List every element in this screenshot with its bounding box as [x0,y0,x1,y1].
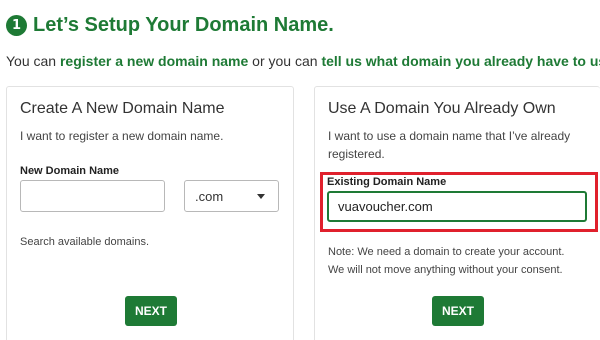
tld-select-value: .com [195,188,224,204]
existing-domain-next-button[interactable]: NEXT [432,296,484,326]
note-line-2: We will not move anything without your c… [328,264,563,276]
existing-domain-input[interactable]: vuavoucher.com [327,191,587,222]
step-heading: 1 Let’s Setup Your Domain Name. [6,14,334,37]
note-line-1: Note: We need a domain to create your ac… [328,246,565,258]
page-subtitle: You can register a new domain name or yo… [6,53,600,69]
use-existing-domain-link[interactable]: tell us what domain you already have to … [321,53,600,69]
new-domain-card-title: Create A New Domain Name [20,100,225,117]
new-domain-card: Create A New Domain Name I want to regis… [6,86,294,340]
new-domain-next-button[interactable]: NEXT [125,296,177,326]
search-domains-hint: Search available domains. [20,236,150,248]
new-domain-field-label: New Domain Name [20,165,120,177]
step-number-badge: 1 [6,15,27,36]
existing-domain-card-description: I want to use a domain name that I’ve al… [328,129,571,161]
chevron-down-icon [257,194,265,199]
tld-select[interactable]: .com [184,180,279,212]
subtitle-text-2: or you can [248,53,322,69]
existing-domain-card-title: Use A Domain You Already Own [328,100,556,117]
consent-note: Note: We need a domain to create your ac… [328,243,590,279]
existing-domain-field-label: Existing Domain Name [327,176,447,188]
register-new-domain-link[interactable]: register a new domain name [60,53,248,69]
subtitle-text-1: You can [6,53,60,69]
new-domain-input[interactable] [20,180,165,212]
page-title: Let’s Setup Your Domain Name. [33,14,334,36]
new-domain-card-description: I want to register a new domain name. [20,129,224,143]
